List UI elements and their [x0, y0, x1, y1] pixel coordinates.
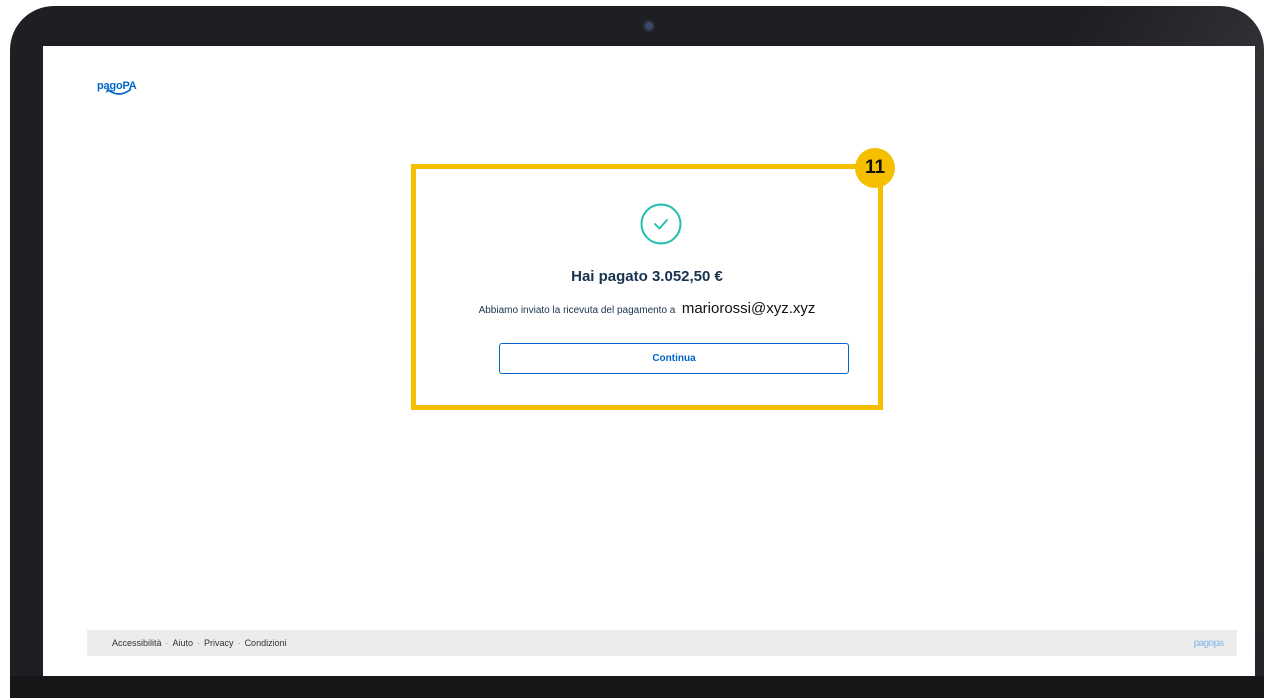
footer-separator: ·	[197, 638, 201, 648]
footer-link-conditions[interactable]: Condizioni	[245, 638, 287, 648]
pagopa-logo[interactable]: pagoPA	[97, 80, 137, 95]
footer-link-privacy[interactable]: Privacy	[204, 638, 234, 648]
step-number-badge: 11	[855, 148, 895, 188]
footer: Accessibilità · Aiuto · Privacy · Condizioni p…	[87, 630, 1237, 656]
footer-link-accessibility[interactable]: Accessibilità	[112, 638, 162, 648]
laptop-bottom-bezel	[10, 676, 1264, 698]
laptop-frame: pagoPA Hai pagato 3.052,50 € Abbiamo inv…	[10, 6, 1264, 698]
webcam	[645, 22, 653, 30]
logo-arc-icon	[106, 88, 132, 95]
footer-pagopa-logo[interactable]: pagopa	[1193, 638, 1224, 649]
step-highlight-box	[411, 164, 883, 410]
footer-separator: ·	[165, 638, 169, 648]
footer-links: Accessibilità · Aiuto · Privacy · Condizioni	[112, 638, 287, 648]
footer-separator: ·	[237, 638, 241, 648]
browser-screen: pagoPA Hai pagato 3.052,50 € Abbiamo inv…	[43, 46, 1255, 676]
footer-link-help[interactable]: Aiuto	[173, 638, 194, 648]
